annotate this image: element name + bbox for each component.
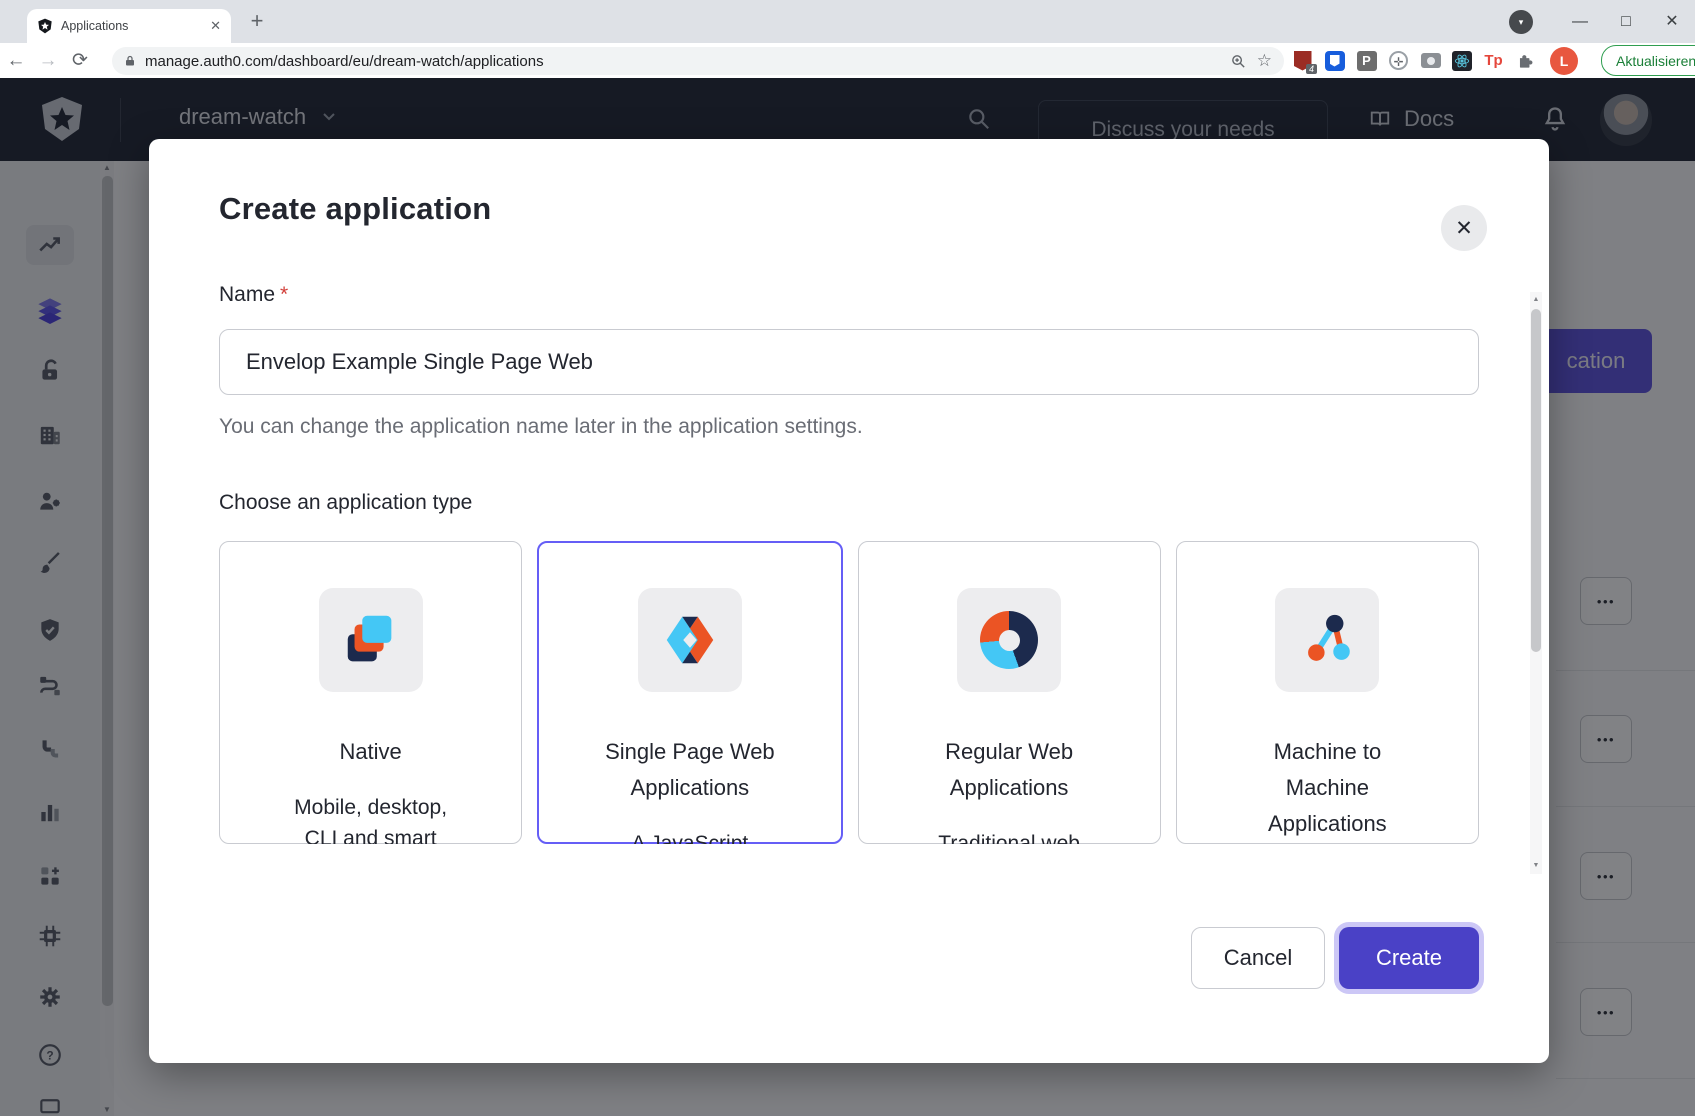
camera-extension-icon[interactable] — [1420, 50, 1441, 71]
window-close-button[interactable]: ✕ — [1649, 7, 1695, 37]
tab-strip: Applications ✕ + ▾ — □ ✕ — [0, 0, 1695, 43]
window-minimize-button[interactable]: — — [1557, 7, 1603, 37]
auth0-favicon-icon — [37, 18, 53, 34]
card-title: Regular Web Applications — [899, 734, 1119, 806]
create-application-modal: ✕ Create application Name* You can chang… — [149, 139, 1549, 1063]
modal-scrollbar-down-icon[interactable]: ▼ — [1530, 860, 1542, 872]
modal-title: Create application — [219, 191, 1479, 227]
chrome-update-button[interactable]: Aktualisieren ⋮ — [1601, 45, 1695, 76]
modal-close-button[interactable]: ✕ — [1441, 205, 1487, 251]
card-title: Single Page Web Applications — [580, 734, 800, 806]
tab-title: Applications — [61, 19, 210, 33]
browser-tab[interactable]: Applications ✕ — [27, 9, 231, 43]
name-label-text: Name — [219, 283, 275, 306]
window-maximize-button[interactable]: □ — [1603, 7, 1649, 37]
modal-scrollbar[interactable]: ▲ ▼ — [1530, 292, 1542, 874]
modal-footer: Cancel Create — [1191, 927, 1479, 989]
modal-scrollbar-thumb[interactable] — [1531, 309, 1541, 652]
lock-icon — [124, 54, 136, 68]
spa-app-icon — [638, 588, 742, 692]
ublock-extension-icon[interactable]: 4 — [1292, 50, 1313, 71]
reload-button[interactable]: ⟳ — [64, 49, 96, 72]
forward-button[interactable]: → — [32, 50, 64, 72]
regular-web-app-icon — [957, 588, 1061, 692]
url-text: manage.auth0.com/dashboard/eu/dream-watc… — [145, 53, 1220, 70]
app-type-card-spa[interactable]: Single Page Web Applications A JavaScrip… — [537, 541, 842, 844]
application-type-label: Choose an application type — [219, 491, 1479, 515]
card-title: Machine to Machine Applications — [1252, 734, 1402, 842]
address-bar[interactable]: manage.auth0.com/dashboard/eu/dream-watc… — [112, 47, 1284, 75]
tp-extension-icon[interactable]: Tp — [1483, 50, 1504, 71]
react-devtools-icon[interactable] — [1452, 51, 1472, 71]
m2m-app-icon — [1275, 588, 1379, 692]
required-asterisk: * — [280, 283, 288, 306]
card-description: Mobile, desktop, CLI and smart — [283, 792, 458, 844]
zoom-icon[interactable] — [1230, 53, 1247, 70]
native-app-icon — [319, 588, 423, 692]
update-label: Aktualisieren — [1616, 53, 1695, 69]
create-button[interactable]: Create — [1339, 927, 1479, 989]
back-button[interactable]: ← — [0, 50, 32, 72]
app-type-card-regular-web[interactable]: Regular Web Applications Traditional web — [858, 541, 1161, 844]
extensions-puzzle-icon[interactable] — [1515, 50, 1536, 71]
card-description: A JavaScript — [602, 828, 777, 844]
app-type-card-m2m[interactable]: Machine to Machine Applications — [1176, 541, 1479, 844]
tab-close-icon[interactable]: ✕ — [210, 18, 221, 34]
bitwarden-extension-icon[interactable] — [1324, 50, 1345, 71]
app-type-card-native[interactable]: Native Mobile, desktop, CLI and smart — [219, 541, 522, 844]
application-name-input[interactable] — [219, 329, 1479, 395]
chrome-update-icon[interactable]: ▾ — [1509, 10, 1533, 34]
modal-scrollbar-up-icon[interactable]: ▲ — [1530, 294, 1542, 306]
new-tab-button[interactable]: + — [243, 7, 271, 35]
card-title: Native — [261, 734, 481, 770]
name-label: Name* — [219, 283, 1479, 307]
card-description: Traditional web — [922, 828, 1097, 844]
browser-window: Applications ✕ + ▾ — □ ✕ ← → ⟳ manage.au… — [0, 0, 1695, 1116]
move-extension-icon[interactable]: ✛ — [1388, 50, 1409, 71]
browser-profile-avatar[interactable]: L — [1550, 47, 1578, 75]
application-type-cards: Native Mobile, desktop, CLI and smart — [219, 541, 1479, 844]
extensions-row: 4 P ✛ Tp L — [1292, 43, 1695, 78]
browser-toolbar: ← → ⟳ manage.auth0.com/dashboard/eu/drea… — [0, 43, 1695, 78]
cancel-button[interactable]: Cancel — [1191, 927, 1325, 989]
window-controls: ▾ — □ ✕ — [1509, 0, 1695, 43]
bookmark-star-icon[interactable]: ☆ — [1257, 51, 1272, 71]
p-extension-icon[interactable]: P — [1356, 50, 1377, 71]
name-help-text: You can change the application name late… — [219, 415, 1479, 439]
